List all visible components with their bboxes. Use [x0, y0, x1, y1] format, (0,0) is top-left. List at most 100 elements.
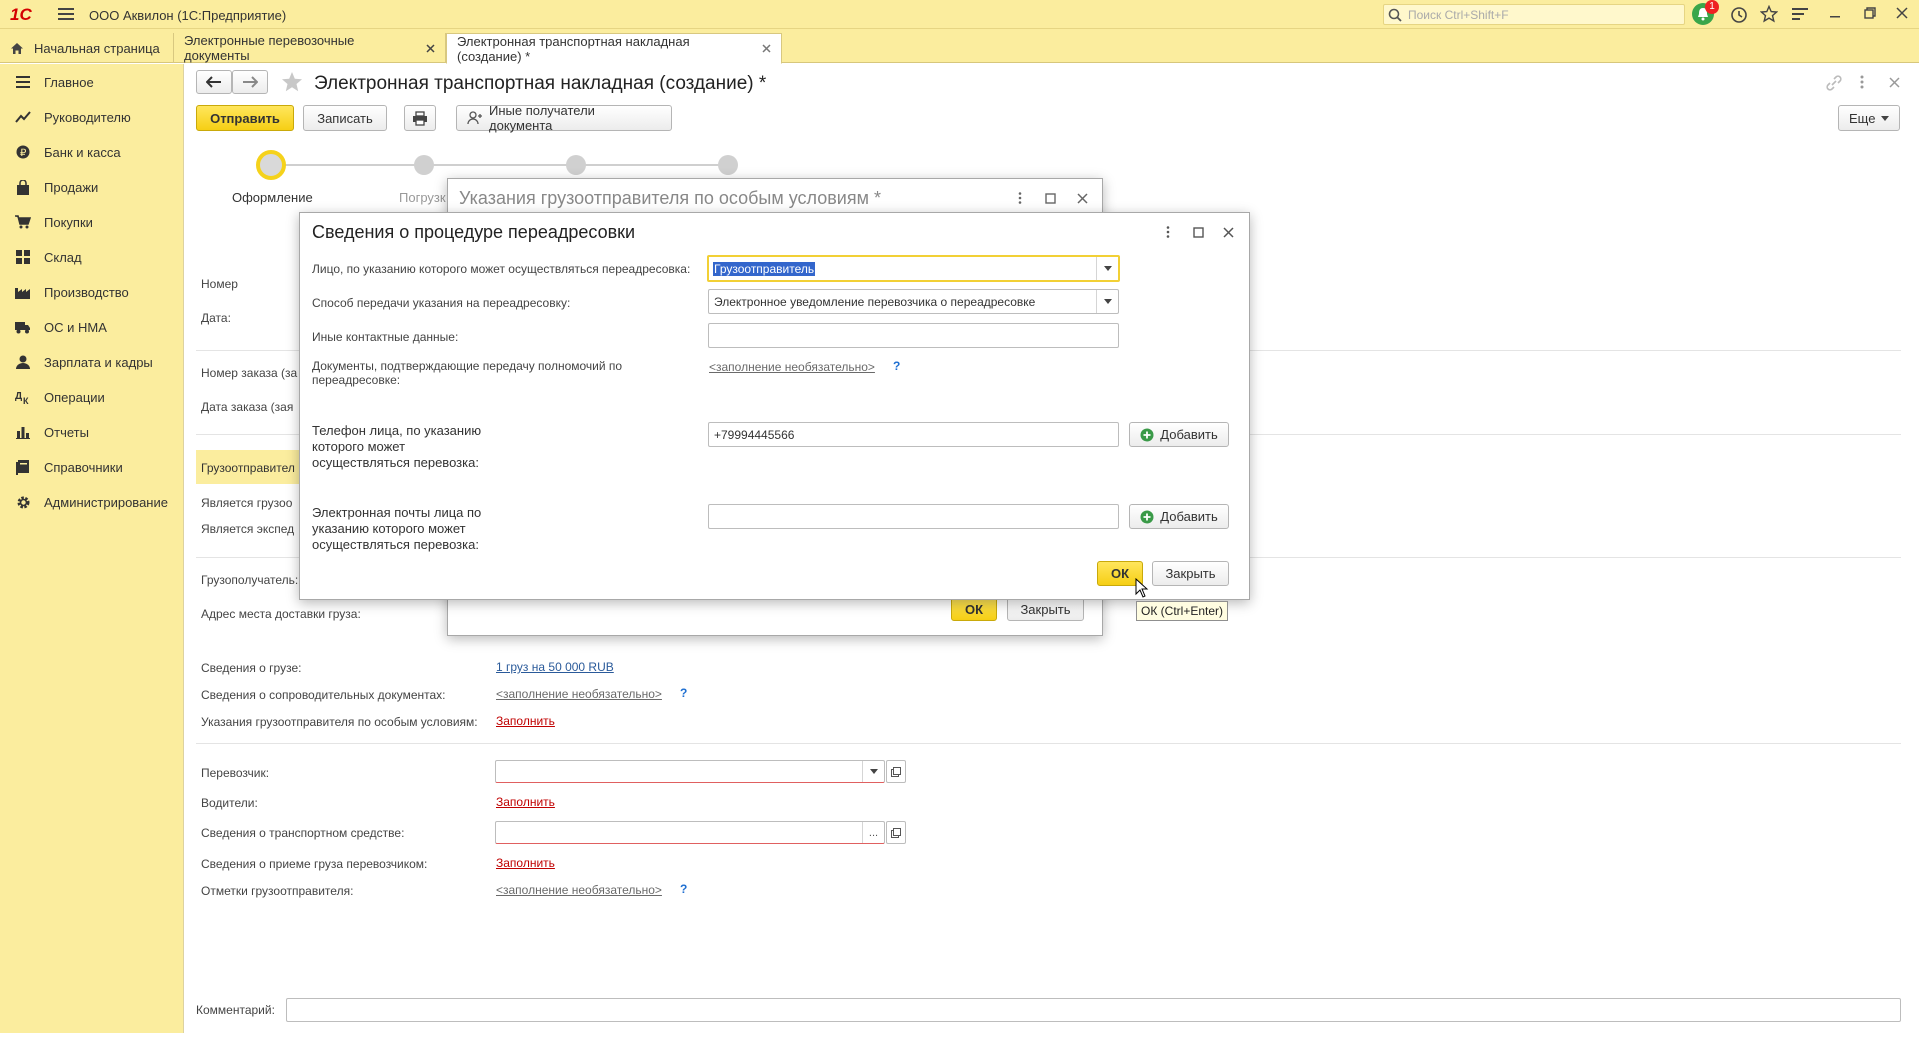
tab-transport-docs[interactable]: Электронные перевозочные документы — [174, 33, 446, 63]
contacts-field[interactable] — [708, 323, 1119, 348]
ok-button[interactable]: ОК — [951, 597, 997, 621]
sidebar-item-purchases[interactable]: Покупки — [0, 207, 184, 237]
more-actions-icon[interactable] — [1860, 75, 1864, 89]
sidebar-item-manager[interactable]: Руководителю — [0, 102, 184, 132]
tab-ettn-create-label: Электронная транспортная накладная (созд… — [457, 33, 690, 64]
help-icon[interactable]: ? — [680, 686, 687, 700]
open-carrier-button[interactable] — [886, 760, 906, 783]
tab-transport-docs-label: Электронные перевозочные документы — [184, 33, 355, 63]
main-menu-icon[interactable] — [58, 7, 74, 21]
restore-icon[interactable] — [1864, 7, 1876, 19]
close-button[interactable]: Закрыть — [1152, 561, 1229, 586]
save-button[interactable]: Записать — [303, 105, 387, 131]
step-4-marker[interactable] — [718, 155, 738, 175]
email-field[interactable] — [708, 504, 1119, 529]
back-button[interactable] — [196, 70, 232, 94]
sidebar-item-label: Покупки — [44, 214, 93, 230]
forward-button[interactable] — [232, 70, 268, 94]
link-icon[interactable] — [1826, 75, 1842, 91]
phone-field[interactable]: +79994445566 — [708, 422, 1119, 447]
divider — [196, 743, 1901, 744]
drivers-link[interactable]: Заполнить — [496, 795, 555, 809]
more-actions-icon[interactable] — [1018, 192, 1022, 204]
sidebar-item-reports[interactable]: Отчеты — [0, 417, 184, 447]
close-form-icon[interactable] — [1889, 77, 1900, 88]
dropdown-arrow-icon[interactable] — [1096, 290, 1118, 313]
step-1-marker[interactable] — [256, 150, 286, 180]
tab-ettn-create[interactable]: Электронная транспортная накладная (созд… — [446, 33, 782, 64]
vehicle-label: Сведения о транспортном средстве: — [201, 826, 405, 840]
other-recipients-button[interactable]: Иные получатели документа — [456, 103, 672, 133]
maximize-icon[interactable] — [1193, 227, 1204, 238]
add-email-label: Добавить — [1160, 509, 1218, 524]
acceptance-label: Сведения о приеме груза перевозчиком: — [201, 857, 428, 871]
person-value: Грузоотправитель — [713, 261, 816, 276]
sidebar-item-bank[interactable]: ₽ Банк и касса — [0, 137, 184, 167]
minimize-icon[interactable] — [1829, 7, 1841, 19]
vehicle-field[interactable]: ... — [495, 821, 885, 844]
book-icon — [14, 458, 32, 476]
sidebar-item-salary[interactable]: Зарплата и кадры — [0, 347, 184, 377]
sidebar-item-operations[interactable]: Д К Операции — [0, 382, 184, 412]
close-icon[interactable] — [1223, 227, 1234, 238]
step-2-marker[interactable] — [414, 155, 434, 175]
global-search[interactable]: Поиск Ctrl+Shift+F — [1383, 4, 1685, 25]
more-button[interactable]: Еще — [1838, 105, 1900, 131]
step-3-marker[interactable] — [566, 155, 586, 175]
history-icon[interactable] — [1730, 6, 1748, 24]
carrier-field[interactable] — [495, 760, 885, 783]
consignee-label: Грузополучатель: — [201, 573, 299, 587]
close-tab-icon[interactable] — [762, 44, 771, 53]
tab-home[interactable]: Начальная страница — [0, 33, 174, 63]
sidebar-item-warehouse[interactable]: Склад — [0, 242, 184, 272]
sidebar-item-catalogs[interactable]: Справочники — [0, 452, 184, 482]
search-icon — [1388, 8, 1402, 22]
shipper-marks-link[interactable]: <заполнение необязательно> — [496, 883, 662, 897]
functions-menu-icon[interactable] — [1792, 7, 1808, 21]
method-label: Способ передачи указания на переадресовк… — [312, 296, 571, 310]
close-icon[interactable] — [1077, 193, 1088, 204]
contacts-label: Иные контактные данные: — [312, 330, 459, 344]
readdressing-dialog-title: Сведения о процедуре переадресовки — [312, 222, 636, 242]
sidebar-item-sales[interactable]: Продажи — [0, 172, 184, 202]
close-button[interactable]: Закрыть — [1007, 597, 1084, 621]
method-select[interactable]: Электронное уведомление перевозчика о пе… — [708, 289, 1119, 314]
dropdown-arrow-icon — [1881, 115, 1889, 121]
help-icon[interactable]: ? — [680, 882, 687, 896]
help-icon[interactable]: ? — [893, 359, 900, 373]
accompanying-docs-link[interactable]: <заполнение необязательно> — [496, 687, 662, 701]
close-app-icon[interactable] — [1896, 7, 1908, 19]
cart-icon — [14, 213, 32, 231]
maximize-icon[interactable] — [1045, 193, 1056, 204]
sidebar-item-admin[interactable]: Администрирование — [0, 487, 184, 517]
add-icon — [1140, 428, 1154, 442]
favorite-star-icon[interactable] — [281, 71, 303, 93]
app-logo: 1С — [10, 5, 32, 24]
cargo-link[interactable]: 1 груз на 50 000 RUB — [496, 660, 614, 674]
print-button[interactable] — [404, 105, 436, 131]
dropdown-arrow-icon[interactable] — [1096, 257, 1118, 280]
bar-chart-icon — [14, 423, 32, 441]
add-email-button[interactable]: Добавить — [1129, 504, 1229, 529]
more-actions-icon[interactable] — [1166, 226, 1170, 238]
open-vehicle-button[interactable] — [886, 821, 906, 844]
sidebar-item-label: Продажи — [44, 179, 99, 195]
sidebar-item-production[interactable]: Производство — [0, 277, 184, 307]
ellipsis-icon[interactable]: ... — [862, 822, 884, 843]
add-icon — [1140, 510, 1154, 524]
close-tab-icon[interactable] — [426, 43, 435, 53]
sidebar-item-assets[interactable]: ОС и НМА — [0, 312, 184, 342]
docs-link[interactable]: <заполнение необязательно> — [709, 360, 875, 374]
truck-icon — [14, 318, 32, 336]
person-select[interactable]: Грузоотправитель — [707, 255, 1120, 282]
comment-field[interactable] — [286, 998, 1901, 1022]
dropdown-arrow-icon[interactable] — [862, 761, 884, 782]
favorites-icon[interactable] — [1760, 5, 1778, 23]
sidebar-item-main[interactable]: Главное — [0, 67, 184, 97]
acceptance-link[interactable]: Заполнить — [496, 856, 555, 870]
order-number-label: Номер заказа (за — [201, 366, 298, 380]
special-conditions-link[interactable]: Заполнить — [496, 714, 555, 728]
add-phone-button[interactable]: Добавить — [1129, 422, 1229, 447]
send-button[interactable]: Отправить — [196, 105, 294, 131]
docs-label: Документы, подтверждающие передачу полно… — [312, 359, 623, 387]
